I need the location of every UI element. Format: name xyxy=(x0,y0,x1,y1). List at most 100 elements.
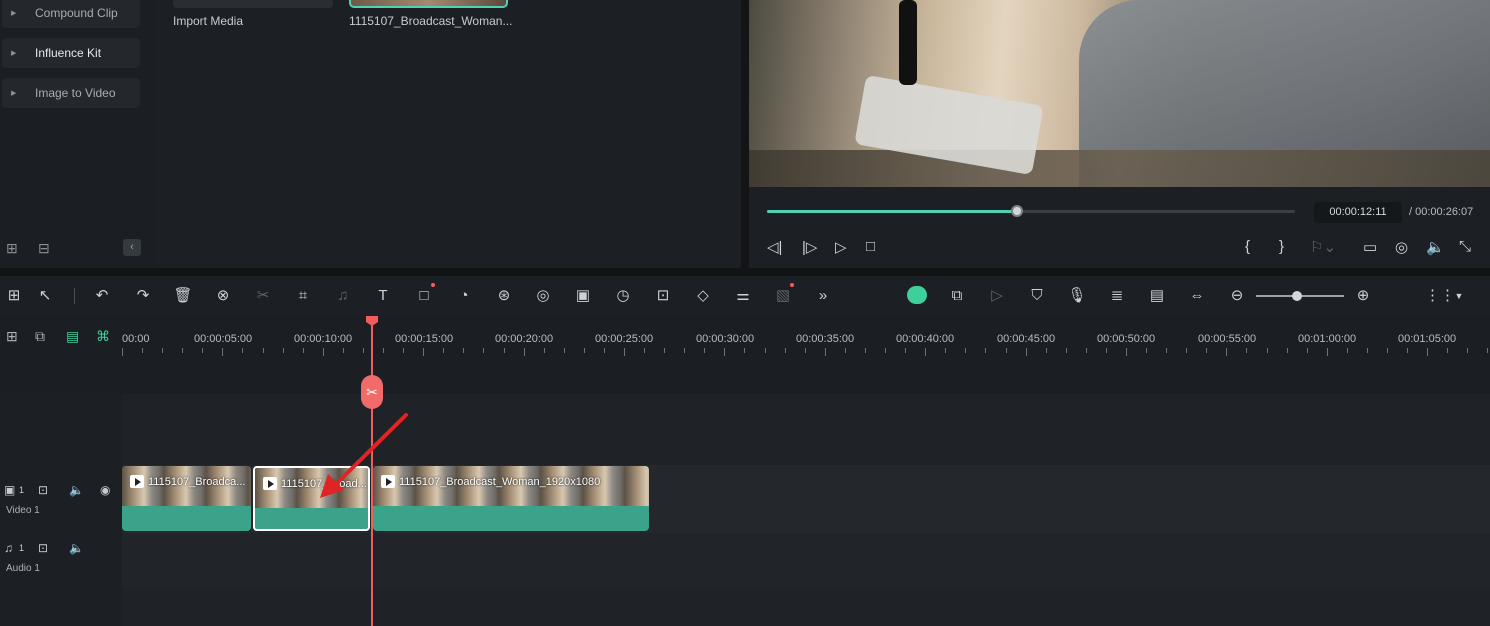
video-track-icon: ▣ xyxy=(4,483,16,497)
text-icon[interactable]: T xyxy=(373,286,393,306)
next-frame-icon[interactable]: |▷ xyxy=(802,238,817,256)
ruler-tick xyxy=(1366,348,1368,353)
auto-reframe-icon[interactable]: ⊡ xyxy=(653,286,673,306)
adjust-icon[interactable]: ⚌ xyxy=(733,286,753,306)
mark-in-icon[interactable]: { xyxy=(1245,238,1250,255)
ruler-label: 00:01:05:00 xyxy=(1398,333,1457,345)
ruler-tick xyxy=(925,348,927,356)
sidebar-item-compound-clip[interactable]: ▶ Compound Clip xyxy=(2,0,140,28)
mute-icon[interactable]: 🔈 xyxy=(69,483,84,497)
play-icon[interactable]: ▷ xyxy=(835,238,847,256)
ruler-tick xyxy=(1166,348,1168,353)
fullscreen-icon[interactable]: ⤡ xyxy=(1459,238,1471,255)
play-icon xyxy=(263,477,277,490)
link-icon[interactable]: ⧉ xyxy=(35,328,45,345)
select-tool-icon[interactable]: ↖ xyxy=(35,286,55,306)
panel-divider[interactable] xyxy=(741,0,749,268)
crop-icon[interactable]: ⌗ xyxy=(293,286,313,306)
ruler-label: 00:00:55:00 xyxy=(1198,333,1257,345)
zoom-out-icon[interactable]: ⊖ xyxy=(1227,286,1247,306)
ruler-label: 00:00:30:00 xyxy=(696,333,755,345)
track-layout-icon[interactable]: ⋮⋮ xyxy=(1425,286,1455,306)
media-clip-thumbnail[interactable] xyxy=(349,0,508,8)
ruler-tick xyxy=(864,348,866,353)
marker-dropdown-icon[interactable]: ⚐⌄ xyxy=(1310,238,1336,256)
media-library: Import Media 1115107_Broadcast_Woman... xyxy=(156,0,741,268)
delete-icon[interactable]: 🗑 xyxy=(173,286,193,306)
ruler-tick xyxy=(1065,348,1067,353)
eye-icon[interactable]: ◉ xyxy=(100,483,110,497)
lock-icon[interactable]: ⊡ xyxy=(38,541,48,555)
more-tools-icon[interactable]: » xyxy=(813,286,833,306)
preview-panel: 00:00:12:11 / 00:00:26:07 ◁| |▷ ▷ □ { } … xyxy=(749,0,1490,268)
shield-icon[interactable]: ⛉ xyxy=(1027,286,1047,306)
speed-icon[interactable]: ◔ xyxy=(454,286,474,306)
lock-icon[interactable]: ⊡ xyxy=(38,483,48,497)
ai-video-icon[interactable]: ⧉ xyxy=(947,286,967,306)
ruler-tick xyxy=(423,348,425,356)
ai-tools-icon[interactable]: ◎ xyxy=(533,286,553,306)
snap-icon[interactable]: ⌘ xyxy=(96,328,110,345)
snapshot-icon[interactable]: ◎ xyxy=(1395,238,1408,256)
current-time[interactable]: 00:00:12:11 xyxy=(1314,202,1402,223)
ruler-label: 00:00:15:00 xyxy=(395,333,454,345)
ruler-tick xyxy=(624,348,625,356)
ruler-tick xyxy=(302,348,304,353)
layout-grid-icon[interactable]: ⊞ xyxy=(4,286,24,306)
audio-track-number: 1 xyxy=(19,543,25,553)
chevron-down-icon[interactable]: ▼ xyxy=(1449,286,1469,306)
redo-icon[interactable]: ↷ xyxy=(133,286,153,306)
audio-edit-icon[interactable]: ♫ xyxy=(333,286,353,306)
previous-frame-icon[interactable]: ◁| xyxy=(767,238,782,256)
microphone-icon[interactable]: 🎙 xyxy=(1067,286,1087,306)
ruler-tick xyxy=(644,348,646,353)
ai-text-icon[interactable]: ▧ xyxy=(773,283,794,306)
timeline-clip[interactable]: 1115107_Broadca... xyxy=(122,466,251,531)
ruler-tick xyxy=(704,348,706,353)
new-folder-icon[interactable]: ⊞ xyxy=(6,240,18,257)
add-track-icon[interactable]: ⊞ xyxy=(6,328,18,345)
audio-track-lane[interactable] xyxy=(122,533,1490,588)
split-icon[interactable]: ✂ xyxy=(253,286,273,306)
sidebar-item-image-to-video[interactable]: ▶ Image to Video xyxy=(2,78,140,108)
sidebar-item-label: Compound Clip xyxy=(35,6,118,20)
mask-icon[interactable]: □ xyxy=(414,283,435,306)
keyframe-icon[interactable]: ◇ xyxy=(693,286,713,306)
audio-duck-icon[interactable]: ▤ xyxy=(1147,286,1167,306)
ruler-tick xyxy=(1126,348,1127,356)
ruler-tick xyxy=(784,348,786,353)
folder-remove-icon[interactable]: ⊟ xyxy=(38,240,50,257)
stop-icon[interactable]: □ xyxy=(866,238,875,255)
scrubber-knob[interactable] xyxy=(1010,205,1023,217)
video-track-label: Video 1 xyxy=(6,505,40,516)
volume-icon[interactable]: 🔈 xyxy=(1426,238,1445,256)
detach-audio-icon[interactable]: ⊗ xyxy=(213,286,233,306)
undo-icon[interactable]: ↶ xyxy=(92,286,112,306)
fit-timeline-icon[interactable]: ⇔ xyxy=(1187,286,1207,306)
mute-icon[interactable]: 🔈 xyxy=(69,541,84,555)
ruler-tick xyxy=(1427,348,1429,356)
mark-out-icon[interactable]: } xyxy=(1279,238,1284,255)
ruler-tick xyxy=(603,348,605,353)
ruler-tick xyxy=(1105,348,1107,353)
image-edit-icon[interactable]: ▣ xyxy=(573,286,593,306)
scissors-icon[interactable]: ✂ xyxy=(361,375,383,409)
color-icon[interactable]: ⊛ xyxy=(494,286,514,306)
ruler-tick xyxy=(1387,348,1389,353)
preview-scrubber[interactable] xyxy=(767,205,1295,217)
timer-icon[interactable]: ◷ xyxy=(613,286,633,306)
panel-divider-horizontal[interactable] xyxy=(0,268,1490,276)
zoom-slider-knob[interactable] xyxy=(1292,291,1302,301)
ruler-ticks xyxy=(122,348,1490,356)
render-preview-icon[interactable]: ▷ xyxy=(987,286,1007,306)
import-media-tile[interactable] xyxy=(173,0,333,8)
zoom-in-icon[interactable]: ⊕ xyxy=(1353,286,1373,306)
display-settings-icon[interactable]: ▭ xyxy=(1363,238,1377,256)
track-manager-icon[interactable]: ▤ xyxy=(66,328,79,345)
ai-copilot-icon[interactable] xyxy=(907,286,927,304)
collapse-panel-button[interactable]: ‹ xyxy=(123,239,141,256)
total-time: / 00:00:26:07 xyxy=(1409,206,1474,218)
ruler-tick xyxy=(664,348,666,353)
subtitle-icon[interactable]: ≣ xyxy=(1107,286,1127,306)
sidebar-item-influence-kit[interactable]: ▶ Influence Kit xyxy=(2,38,140,68)
